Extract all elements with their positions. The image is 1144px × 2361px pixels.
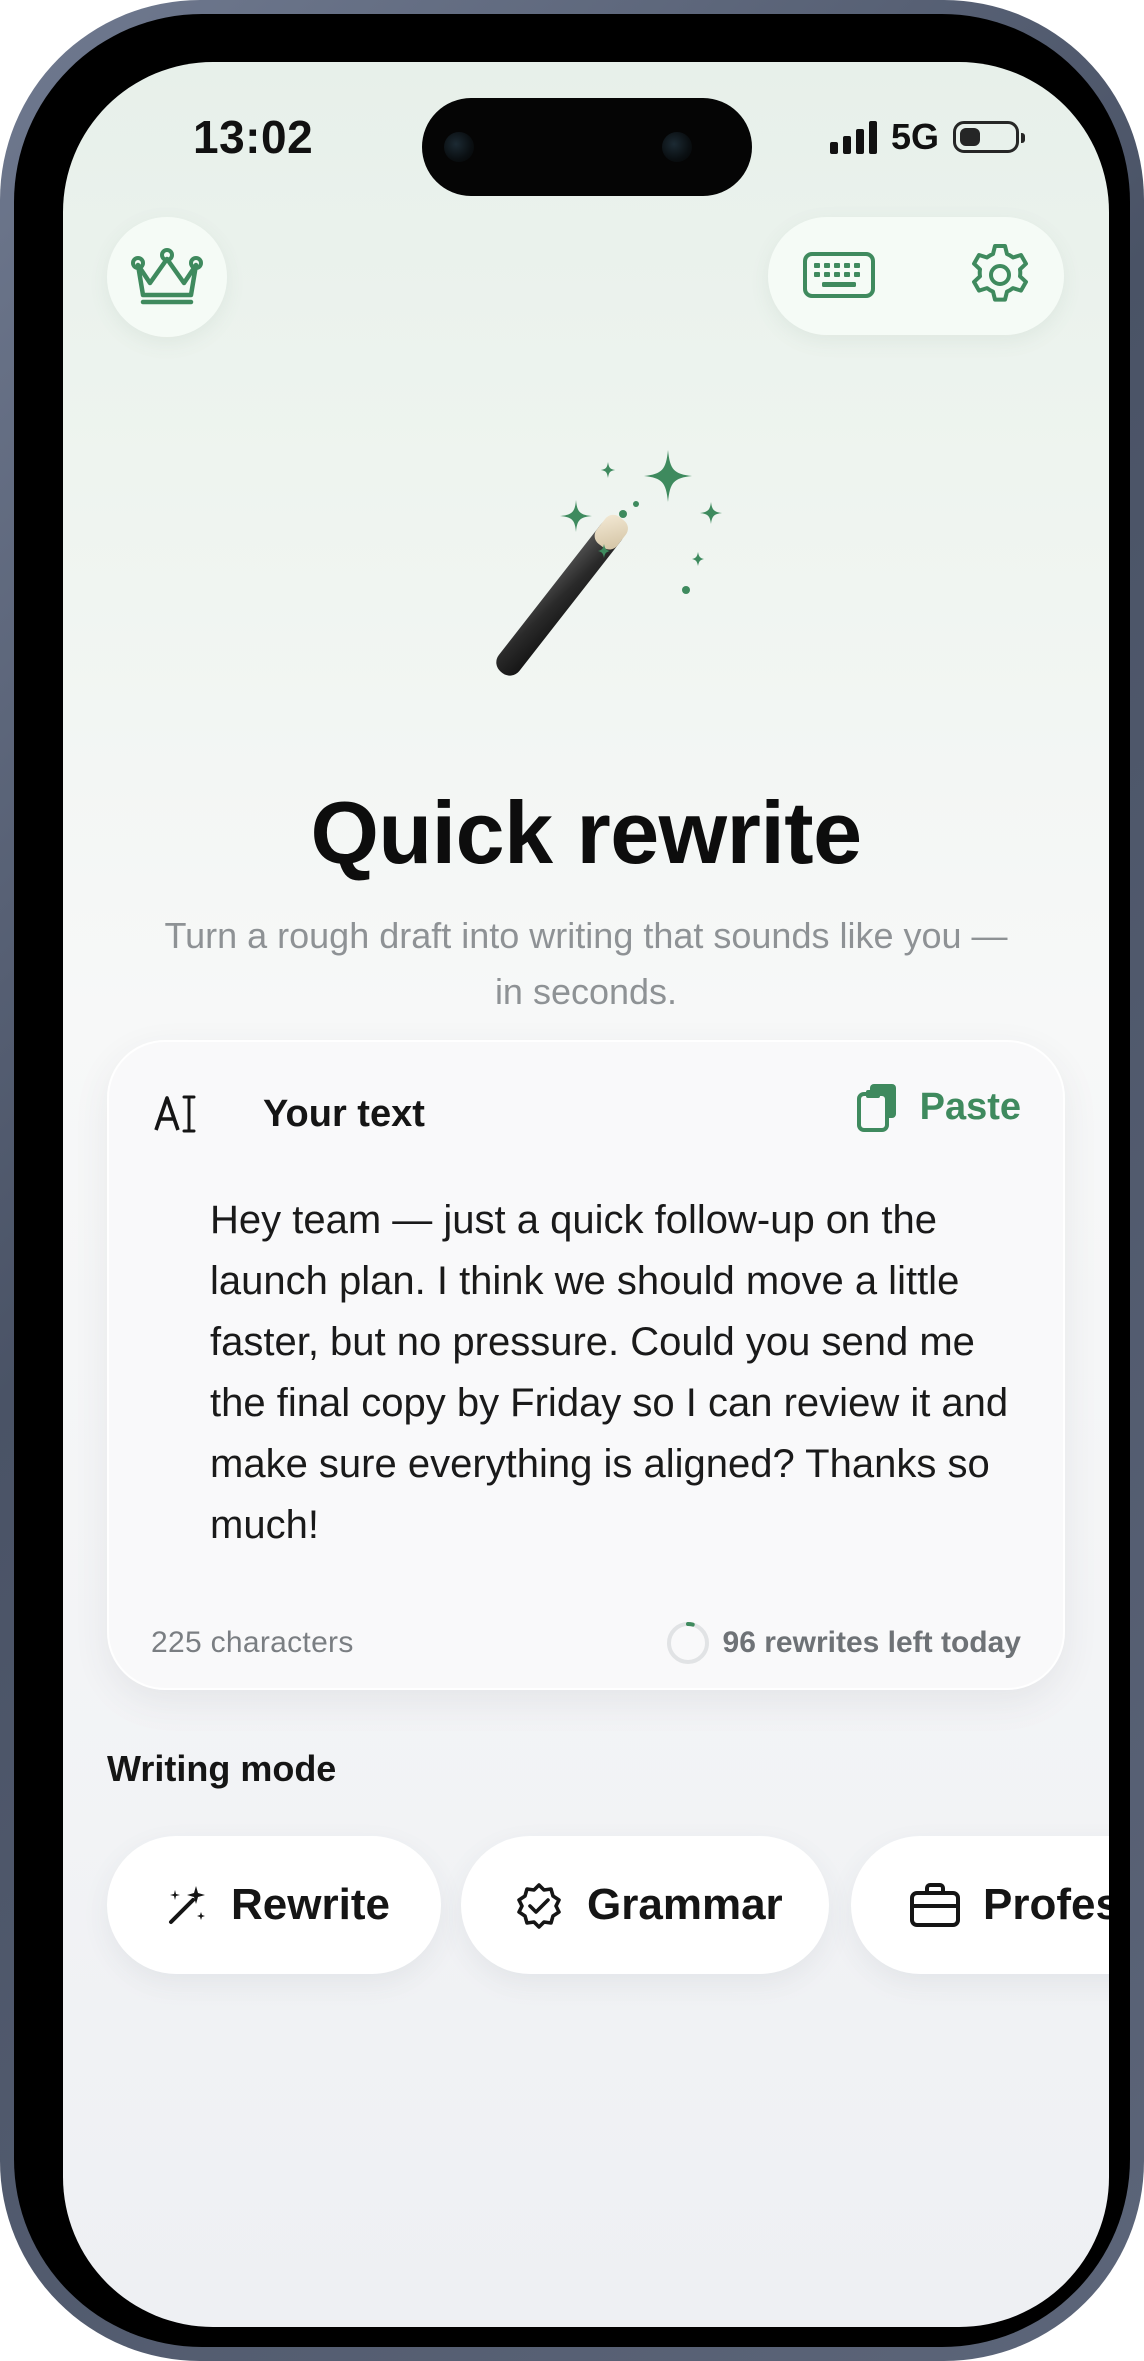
- page-title: Quick rewrite: [310, 783, 862, 882]
- paste-button[interactable]: Paste: [856, 1082, 1021, 1132]
- gear-icon: [972, 244, 1028, 302]
- page-subtitle: Turn a rough draft into writing that sou…: [164, 915, 1008, 1012]
- signal-icon: [829, 120, 877, 154]
- text-cursor-icon: [154, 1095, 196, 1133]
- character-count: 225 characters: [151, 1626, 354, 1659]
- card-label: Your text: [263, 1093, 425, 1135]
- battery-icon: [953, 121, 1025, 153]
- mode-chip-rewrite[interactable]: Rewrite: [107, 1836, 441, 1974]
- paste-label: Paste: [919, 1085, 1021, 1128]
- toolbar-pill: [768, 217, 1064, 335]
- mode-label: Rewrite: [231, 1880, 390, 1929]
- network-type: 5G: [890, 116, 939, 157]
- writing-mode-heading: Writing mode: [107, 1748, 337, 1789]
- rewrites-remaining: 96 rewrites left today: [665, 1620, 1021, 1666]
- mode-chip-professional[interactable]: Professional: [851, 1836, 1109, 1974]
- mode-label: Professional: [983, 1880, 1109, 1929]
- premium-button[interactable]: [107, 217, 227, 337]
- magic-wand-icon: [169, 1886, 205, 1924]
- usage-progress-ring: [666, 1622, 709, 1664]
- phone-frame: 13:02 5G Quick rewrite Turn a rough draf…: [0, 0, 1144, 2361]
- text-input-card: Your text Paste Hey team — just a quick …: [107, 1040, 1065, 1690]
- magic-wand-illustration: [496, 450, 722, 676]
- keyboard-icon: [803, 252, 875, 298]
- dynamic-island: [422, 98, 752, 196]
- clipboard-icon: [856, 1084, 896, 1132]
- status-indicators: 5G: [829, 116, 1025, 158]
- settings-button[interactable]: [967, 242, 1033, 313]
- status-time: 13:02: [193, 111, 314, 163]
- crown-icon: [131, 248, 203, 305]
- phone-bezel: 13:02 5G Quick rewrite Turn a rough draf…: [14, 14, 1130, 2347]
- draft-text-area[interactable]: Hey team — just a quick follow-up on the…: [210, 1190, 1040, 1556]
- mode-label: Grammar: [587, 1880, 783, 1929]
- badge-check-icon: [517, 1883, 561, 1929]
- mode-chip-grammar[interactable]: Grammar: [461, 1836, 829, 1974]
- app-screen: 13:02 5G Quick rewrite Turn a rough draf…: [63, 62, 1109, 2327]
- briefcase-icon: [910, 1883, 960, 1927]
- sensor-lens: [662, 132, 692, 162]
- keyboard-button[interactable]: [802, 251, 876, 304]
- rewrites-left-label: 96 rewrites left today: [722, 1626, 1021, 1659]
- camera-lens: [444, 132, 474, 162]
